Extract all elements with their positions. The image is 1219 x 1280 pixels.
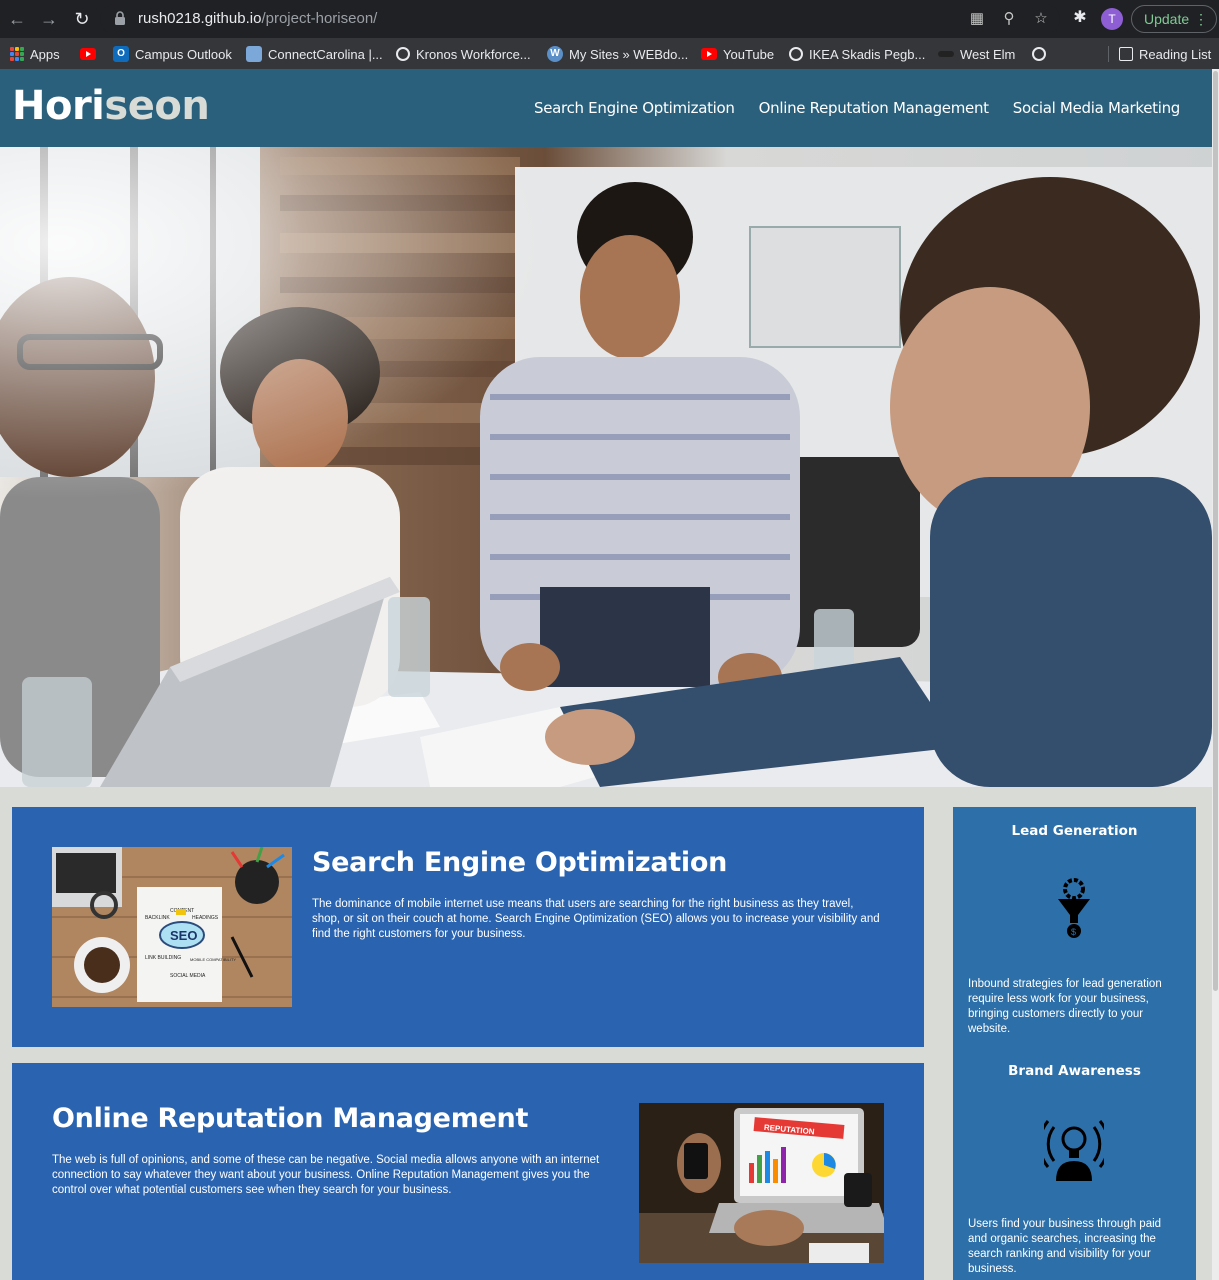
seo-image: SEO CONTENT BACKLINK HEADINGS LINK BUILD… [52,847,292,1007]
benefits-sidebar: Lead Generation $ Inbound strategies for… [953,807,1196,1280]
connectcarolina-icon [246,46,262,62]
bookmark-label: West Elm [960,46,1016,62]
reload-icon[interactable]: ↻ [71,8,93,30]
bookmark-kronos[interactable]: Kronos Workforce... [396,44,531,64]
orm-text: The web is full of opinions, and some of… [52,1154,600,1196]
reading-list-icon [1119,47,1133,61]
bookmark-label: ConnectCarolina |... [268,46,383,62]
orm-heading: Online Reputation Management [52,1103,529,1134]
reading-list[interactable]: Reading List [1119,44,1211,64]
orm-section: Online Reputation Management The web is … [12,1063,924,1280]
hero-image [0,147,1212,787]
bookmark-ikea[interactable]: IKEA Skadis Pegb... [789,44,925,64]
lead-generation-heading: Lead Generation [1011,823,1138,839]
qr-code-icon[interactable]: ▦ [968,10,986,28]
apps-grid-icon [10,47,24,61]
globe-icon [396,47,410,61]
brand-awareness-text: Users find your business through paid an… [968,1218,1162,1275]
nav-link-orm[interactable]: Online Reputation Management [759,99,989,117]
youtube-icon [80,48,96,60]
bookmark-star-icon[interactable]: ☆ [1032,10,1050,28]
update-label: Update [1144,11,1190,27]
bookmark-connectcarolina[interactable]: ConnectCarolina |... [246,44,383,64]
seo-image-word-mobile: MOBILE COMPATIBILITY [190,957,236,962]
seo-image-word-seo: SEO [170,928,197,943]
brand-lightbulb-icon [1044,1120,1104,1181]
bookmark-label: IKEA Skadis Pegb... [809,46,926,62]
bookmark-divider [1108,46,1109,62]
seo-image-word-backlink: BACKLINK [145,915,170,921]
bookmark-west-elm[interactable]: West Elm [938,44,1015,64]
extensions-puzzle-icon[interactable]: ✱ [1070,8,1090,28]
bookmark-label: YouTube [723,46,775,62]
url-domain: rush0218.github.io [138,10,262,27]
orm-image: REPUTATION [639,1103,884,1263]
url-path: /project-horiseon/ [261,10,378,27]
seo-image-word-link-building: LINK BUILDING [145,955,181,961]
nav-link-smm[interactable]: Social Media Marketing [1013,99,1181,117]
site-logo[interactable]: Horiseon [12,83,210,129]
bookmark-globe[interactable] [1032,44,1046,64]
youtube-icon [701,48,717,60]
globe-icon [1032,47,1046,61]
update-button[interactable]: Update ⋮ [1131,5,1217,33]
svg-text:$: $ [1071,927,1076,937]
reputation-laptop-image: REPUTATION [639,1103,884,1263]
kebab-menu-icon[interactable]: ⋮ [1194,6,1208,32]
lock-icon [115,11,125,25]
scrollbar-thumb[interactable] [1213,71,1218,991]
url-text: rush0218.github.io/project-horiseon/ [138,10,377,27]
profile-avatar[interactable]: T [1101,8,1123,30]
seo-image-word-social: SOCIAL MEDIA [170,973,206,979]
westelm-icon [938,51,954,57]
seo-text: The dominance of mobile internet use mea… [312,898,880,940]
seo-image-word-headings: HEADINGS [192,915,219,921]
bookmark-label: Kronos Workforce... [416,46,531,62]
browser-toolbar: ← → ↻ rush0218.github.io/project-horiseo… [0,0,1219,38]
bookmark-label: Campus Outlook [135,46,232,62]
bookmark-apps[interactable]: Apps [10,44,60,64]
wordpress-icon: W [547,46,563,62]
web-page: Horiseon Search Engine Optimization Onli… [0,69,1219,1280]
logo-part2: seon [104,83,210,129]
lead-funnel-icon: $ [1058,878,1090,938]
page-scrollbar[interactable] [1212,69,1219,1280]
bookmark-youtube-2[interactable]: YouTube [701,44,774,64]
main-nav: Search Engine Optimization Online Reputa… [534,99,1180,117]
seo-notebook-image: SEO CONTENT BACKLINK HEADINGS LINK BUILD… [52,847,292,1007]
team-meeting-photo [0,147,1212,787]
brand-awareness-heading: Brand Awareness [1008,1063,1141,1079]
zoom-icon[interactable]: ⚲ [1000,10,1018,28]
forward-arrow-icon[interactable]: → [38,8,60,30]
bookmarks-bar: Apps O Campus Outlook ConnectCarolina |.… [0,38,1219,69]
outlook-icon: O [113,46,129,62]
bookmark-campus-outlook[interactable]: O Campus Outlook [113,44,232,64]
back-arrow-icon[interactable]: ← [6,8,28,30]
logo-part1: Hori [12,83,105,129]
bookmark-youtube-1[interactable] [80,44,96,64]
globe-icon [789,47,803,61]
bookmark-label: My Sites » WEBdo... [569,46,689,62]
bookmark-label: Apps [30,46,60,62]
site-header: Horiseon Search Engine Optimization Onli… [0,69,1212,147]
lead-generation-text: Inbound strategies for lead generation r… [968,978,1162,1035]
seo-section: SEO CONTENT BACKLINK HEADINGS LINK BUILD… [12,807,924,1047]
seo-heading: Search Engine Optimization [312,847,727,878]
address-bar[interactable]: rush0218.github.io/project-horiseon/ ▦ ⚲… [100,4,1060,34]
reading-list-label: Reading List [1139,46,1212,62]
nav-link-seo[interactable]: Search Engine Optimization [534,99,735,117]
bookmark-my-sites[interactable]: W My Sites » WEBdo... [547,44,688,64]
